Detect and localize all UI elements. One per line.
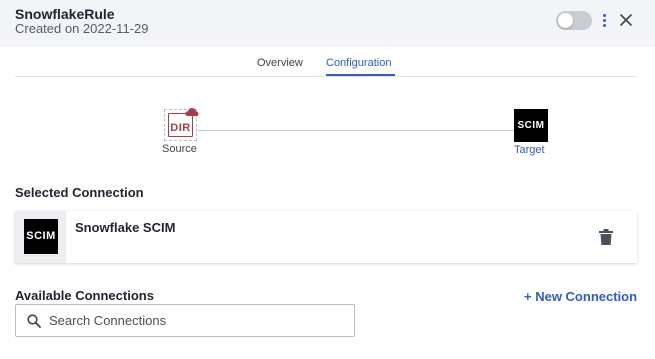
trash-icon[interactable] <box>599 229 613 245</box>
selected-connection-heading: Selected Connection <box>15 185 144 200</box>
tab-bar: Overview Configuration <box>15 47 637 77</box>
active-tab-indicator <box>326 74 395 76</box>
rule-title: SnowflakeRule <box>15 6 115 22</box>
flow-connector-line <box>198 130 514 131</box>
created-date: Created on 2022-11-29 <box>15 21 149 36</box>
source-label: Source <box>162 143 197 155</box>
rule-enabled-toggle[interactable] <box>556 11 592 30</box>
selected-connection-card[interactable]: SCIM Snowflake SCIM <box>15 211 637 263</box>
scim-logo: SCIM <box>24 219 58 254</box>
tab-configuration[interactable]: Configuration <box>326 57 391 69</box>
source-dir-logo[interactable]: DIR <box>164 108 199 141</box>
panel-header: SnowflakeRule Created on 2022-11-29 <box>0 0 655 47</box>
connection-logo-area: SCIM <box>15 211 66 263</box>
search-icon <box>27 314 41 328</box>
search-connections-input[interactable] <box>49 306 349 335</box>
available-connections-heading: Available Connections <box>15 288 154 303</box>
dir-logo-text: DIR <box>170 122 191 134</box>
close-icon[interactable] <box>617 11 635 29</box>
connection-name: Snowflake SCIM <box>75 220 176 235</box>
target-scim-logo[interactable]: SCIM <box>514 109 548 142</box>
new-connection-button[interactable]: + New Connection <box>524 289 637 304</box>
search-connections-box <box>15 304 355 337</box>
toggle-knob <box>558 13 573 28</box>
more-vertical-icon[interactable] <box>598 12 612 30</box>
target-label[interactable]: Target <box>514 144 545 156</box>
tab-overview[interactable]: Overview <box>257 57 303 69</box>
cloud-icon <box>185 108 199 116</box>
